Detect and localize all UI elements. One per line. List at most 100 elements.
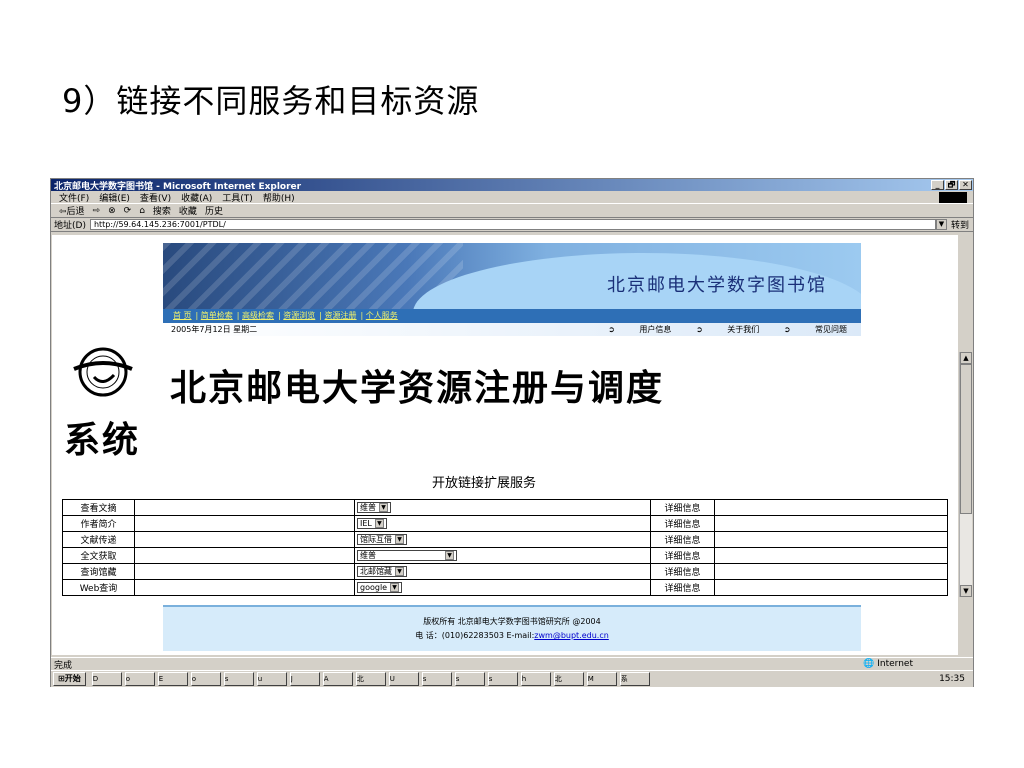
taskbar-button[interactable]: 北: [553, 672, 584, 686]
banner-site-name: 北京邮电大学数字图书馆: [607, 275, 827, 296]
menu-view[interactable]: 查看(V): [140, 191, 171, 204]
detail-link[interactable]: 详细信息: [650, 531, 715, 548]
service-select[interactable]: 北邮馆藏 ▼: [357, 566, 407, 577]
page-content: 北京邮电大学数字图书馆 首 页 | 简单检索 | 高级检索 | 资源浏览 | 资源注册 |…: [52, 235, 958, 655]
menu-edit[interactable]: 编辑(E): [99, 191, 130, 204]
detail-link[interactable]: 详细信息: [650, 563, 715, 580]
maximize-button[interactable]: 🗗: [945, 180, 958, 190]
chevron-down-icon: ▼: [395, 567, 404, 576]
service-select[interactable]: IEL ▼: [357, 518, 387, 529]
start-button[interactable]: ⊞开始: [53, 672, 86, 686]
chevron-down-icon: ▼: [374, 519, 384, 528]
chevron-down-icon: ▼: [445, 551, 454, 560]
service-name[interactable]: 作者简介: [62, 515, 135, 532]
service-name[interactable]: 查询馆藏: [62, 563, 135, 580]
table-row: 查看文摘 维普 ▼ 详细信息: [62, 499, 948, 516]
taskbar-button[interactable]: D: [91, 672, 122, 686]
nav-home[interactable]: 首 页: [173, 311, 192, 320]
history-button[interactable]: 历史: [205, 204, 223, 217]
service-select[interactable]: 维普 ▼: [357, 502, 391, 513]
close-button[interactable]: ✕: [959, 180, 972, 190]
nav-register[interactable]: 资源注册: [325, 311, 357, 320]
menu-file[interactable]: 文件(F): [59, 191, 89, 204]
service-select[interactable]: 馆际互借 ▼: [357, 534, 407, 545]
back-button[interactable]: ⇦后退: [59, 204, 85, 217]
service-select[interactable]: 维普 ▼: [357, 550, 457, 561]
scroll-up-arrow-icon[interactable]: ▲: [960, 352, 972, 364]
windows-logo-icon: [939, 191, 967, 203]
scroll-thumb[interactable]: [960, 364, 972, 514]
menu-bar: 文件(F) 编辑(E) 查看(V) 收藏(A) 工具(T) 帮助(H): [51, 191, 973, 204]
taskbar-button[interactable]: A: [322, 672, 353, 686]
taskbar-button[interactable]: o: [124, 672, 155, 686]
contact-line: 电 话：(010)62283503 E-mail:zwm@bupt.edu.cn: [163, 629, 861, 643]
go-button[interactable]: 转到: [951, 218, 969, 231]
nav-simple-search[interactable]: 简单检索: [201, 311, 233, 320]
menu-help[interactable]: 帮助(H): [263, 191, 295, 204]
detail-link[interactable]: 详细信息: [650, 547, 715, 564]
address-bar: 地址(D) http://59.64.145.236:7001/PTDL/ ▼ …: [51, 218, 973, 232]
system-title-cont: 系统: [64, 419, 141, 461]
nav-personal[interactable]: 个人服务: [366, 311, 398, 320]
service-name[interactable]: 文献传递: [62, 531, 135, 548]
service-name[interactable]: 全文获取: [62, 547, 135, 564]
detail-link[interactable]: 详细信息: [650, 515, 715, 532]
taskbar-button[interactable]: 北: [355, 672, 386, 686]
select-value: google: [360, 583, 388, 592]
taskbar-button[interactable]: o: [190, 672, 221, 686]
link-about[interactable]: ➲ 关于我们: [696, 325, 759, 334]
vertical-scrollbar[interactable]: ▲ ▼: [959, 352, 972, 597]
taskbar-button[interactable]: U: [388, 672, 419, 686]
taskbar-button[interactable]: M: [586, 672, 617, 686]
link-user-info[interactable]: ➲ 用户信息: [608, 325, 671, 334]
start-label: 开始: [64, 674, 81, 683]
taskbar-button[interactable]: E: [157, 672, 188, 686]
service-select[interactable]: google ▼: [357, 582, 403, 593]
refresh-button[interactable]: ⟳: [124, 206, 132, 216]
service-name[interactable]: 查看文摘: [62, 499, 135, 516]
taskbar-button[interactable]: J: [289, 672, 320, 686]
taskbar-button[interactable]: s: [487, 672, 518, 686]
table-row: Web查询 google ▼ 详细信息: [62, 579, 948, 596]
home-button[interactable]: ⌂: [139, 206, 145, 216]
address-dropdown-button[interactable]: ▼: [935, 219, 947, 230]
detail-link[interactable]: 详细信息: [650, 499, 715, 516]
nav-advanced-search[interactable]: 高级检索: [242, 311, 274, 320]
forward-button[interactable]: ⇨: [93, 206, 101, 216]
address-input[interactable]: http://59.64.145.236:7001/PTDL/: [89, 219, 936, 230]
detail-link[interactable]: 详细信息: [650, 579, 715, 596]
menu-tools[interactable]: 工具(T): [222, 191, 253, 204]
university-logo: [73, 347, 133, 397]
select-value: 北邮馆藏: [360, 567, 392, 576]
select-value: IEL: [360, 519, 372, 528]
minimize-button[interactable]: _: [931, 180, 944, 190]
table-row: 全文获取 维普 ▼ 详细信息: [62, 547, 948, 564]
link-faq-label: 常见问题: [815, 325, 847, 334]
current-date: 2005年7月12日 星期二: [171, 325, 258, 334]
copyright-text: 版权所有 北京邮电大学数字图书馆研究所 @2004: [423, 617, 601, 626]
taskbar-button[interactable]: s: [454, 672, 485, 686]
contact-phone: 电 话：(010)62283503 E-mail:: [415, 631, 535, 640]
chevron-down-icon: ▼: [390, 583, 400, 592]
select-value: 维普: [360, 551, 376, 560]
favorites-button[interactable]: 收藏: [179, 204, 197, 217]
site-banner: 北京邮电大学数字图书馆: [163, 243, 861, 309]
search-button[interactable]: 搜索: [153, 204, 171, 217]
taskbar-button[interactable]: u: [256, 672, 287, 686]
section-heading: 开放链接扩展服务: [432, 476, 537, 491]
taskbar-button[interactable]: s: [421, 672, 452, 686]
service-table: 查看文摘 维普 ▼ 详细信息 作者简介 IEL ▼ 详细信息 文献传递 馆际互借 ▼ …: [62, 499, 948, 596]
scroll-down-arrow-icon[interactable]: ▼: [960, 585, 972, 597]
email-link[interactable]: zwm@bupt.edu.cn: [534, 631, 609, 640]
zone-label: Internet: [877, 659, 913, 669]
taskbar-button[interactable]: s: [223, 672, 254, 686]
nav-browse[interactable]: 资源浏览: [283, 311, 315, 320]
taskbar-button[interactable]: h: [520, 672, 551, 686]
taskbar-button[interactable]: 系: [619, 672, 650, 686]
link-faq[interactable]: ➲ 常见问题: [784, 325, 847, 334]
table-row: 查询馆藏 北邮馆藏 ▼ 详细信息: [62, 563, 948, 580]
service-name[interactable]: Web查询: [62, 579, 135, 596]
menu-favorites[interactable]: 收藏(A): [181, 191, 212, 204]
slide-title: 9）链接不同服务和目标资源: [62, 82, 480, 120]
stop-button[interactable]: ⊗: [108, 206, 116, 216]
